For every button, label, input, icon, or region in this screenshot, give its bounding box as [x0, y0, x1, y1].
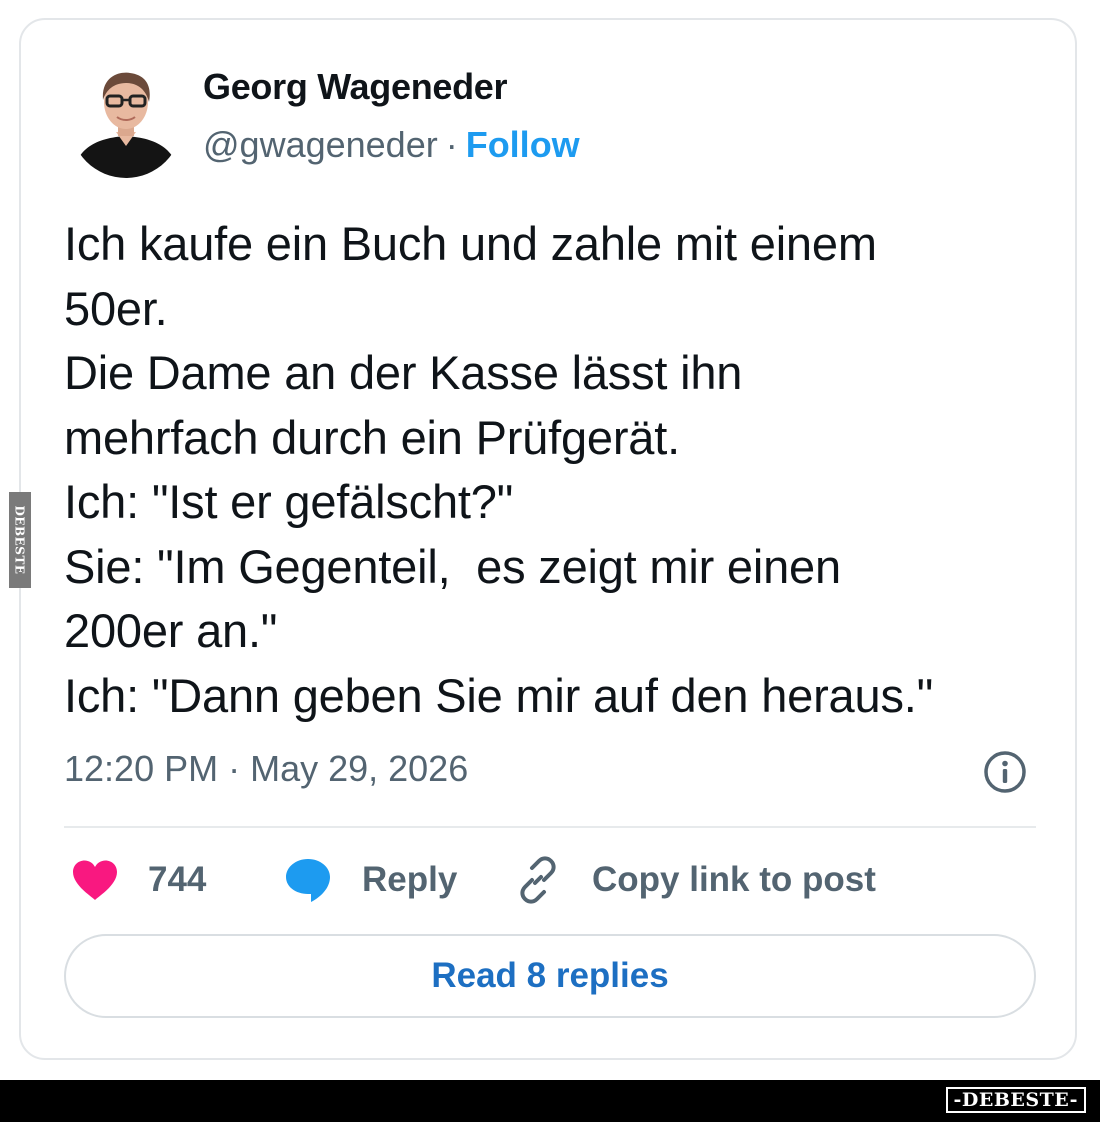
watermark-logo: -DEBESTE-: [945, 1087, 1086, 1113]
avatar-photo: [70, 66, 182, 178]
bottom-bar: -DEBESTE-: [0, 1080, 1100, 1122]
author-handle[interactable]: @gwageneder: [203, 124, 438, 165]
divider: [64, 826, 1036, 828]
tweet-timestamp[interactable]: 12:20 PM · May 29, 2026: [64, 748, 468, 790]
copy-link-label: Copy link to post: [592, 860, 876, 899]
heart-icon: [73, 860, 117, 900]
author-name[interactable]: Georg Wageneder: [203, 66, 508, 108]
copy-link-button[interactable]: Copy link to post: [514, 856, 876, 904]
speech-bubble-icon: [286, 859, 330, 902]
author-avatar[interactable]: [70, 66, 182, 178]
read-replies-button[interactable]: Read 8 replies: [64, 934, 1036, 1018]
tweet-text: Ich kaufe ein Buch und zahle mit einem 5…: [64, 217, 934, 722]
like-button[interactable]: 744: [70, 856, 206, 904]
reply-label: Reply: [362, 860, 458, 899]
reply-button[interactable]: Reply: [284, 856, 457, 904]
follow-button[interactable]: Follow: [466, 124, 580, 165]
info-icon[interactable]: [982, 749, 1028, 795]
link-icon: [520, 856, 556, 904]
side-watermark: DEBESTE: [9, 492, 31, 588]
side-watermark-text: DEBESTE: [13, 505, 27, 575]
author-handle-row: @gwageneder · Follow: [203, 124, 580, 166]
like-count: 744: [148, 860, 207, 899]
separator-dot: ·: [445, 124, 458, 165]
